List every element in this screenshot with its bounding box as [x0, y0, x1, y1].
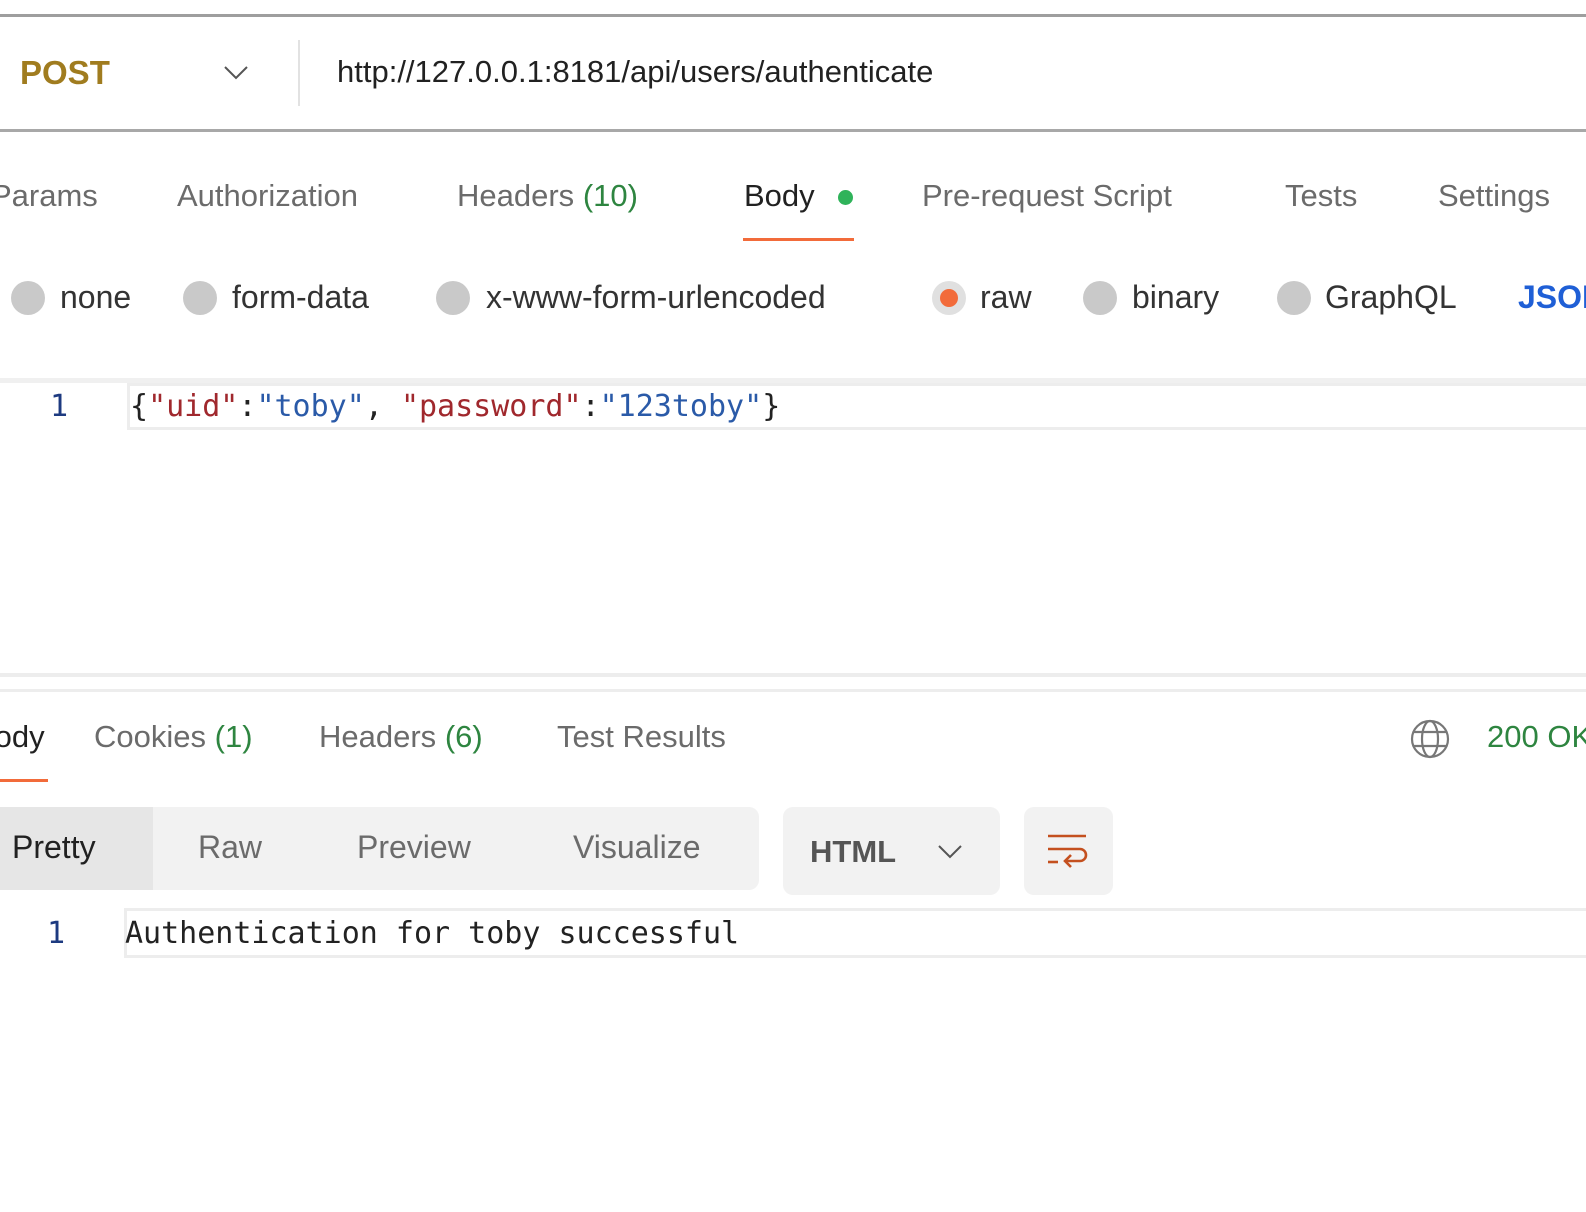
url-input[interactable]: http://127.0.0.1:8181/api/users/authenti… — [337, 54, 933, 90]
active-tab-underline — [743, 238, 854, 241]
radio-graphql[interactable] — [1277, 281, 1311, 315]
radio-label: x-www-form-urlencoded — [486, 279, 826, 315]
response-tab-test-results[interactable]: Test Results — [557, 719, 726, 755]
token: : — [238, 389, 257, 424]
wrap-lines-button[interactable] — [1024, 807, 1113, 895]
language-label: HTML — [810, 834, 897, 869]
radio-label: form-data — [232, 279, 369, 315]
token: : — [581, 389, 600, 424]
tab-authorization[interactable]: Authorization — [177, 178, 358, 214]
token: "password" — [400, 389, 582, 424]
response-body-text[interactable]: Authentication for toby successful — [125, 916, 739, 951]
request-body-editor[interactable]: {"uid":"toby", "password":"123toby"} — [130, 389, 780, 424]
pane-divider[interactable] — [0, 673, 1586, 677]
tab-label: Headers — [457, 178, 575, 213]
headers-count: (10) — [582, 178, 638, 213]
view-visualize-button[interactable]: Visualize — [573, 829, 700, 866]
token: } — [762, 389, 781, 424]
token: , — [364, 389, 401, 424]
response-tab-cookies[interactable]: Cookies (1) — [94, 719, 253, 755]
radio-label: GraphQL — [1325, 279, 1457, 315]
view-preview-button[interactable]: Preview — [357, 829, 471, 866]
method-select[interactable]: POST — [20, 54, 110, 92]
radio-label: binary — [1132, 279, 1220, 315]
radio-none[interactable] — [11, 281, 45, 315]
radio-form-data[interactable] — [183, 281, 217, 315]
chevron-down-icon[interactable] — [222, 64, 250, 82]
url-bar-border — [0, 129, 1586, 132]
status-code[interactable]: 200 OK — [1487, 719, 1586, 755]
token: "123toby" — [599, 389, 763, 424]
body-modified-dot — [838, 190, 853, 205]
format-select[interactable]: JSON — [1518, 279, 1586, 316]
headers-count: (6) — [444, 719, 483, 754]
tab-headers[interactable]: Headers (10) — [457, 178, 638, 214]
tab-settings[interactable]: Settings — [1438, 178, 1550, 214]
radio-binary[interactable] — [1083, 281, 1117, 315]
response-tab-headers[interactable]: Headers (6) — [319, 719, 483, 755]
tab-body[interactable]: Body — [744, 178, 815, 214]
radio-label: raw — [980, 279, 1032, 315]
response-top-border — [0, 689, 1586, 692]
response-tab-body[interactable]: Body — [0, 719, 45, 755]
radio-label: none — [60, 279, 132, 315]
cookies-count: (1) — [214, 719, 253, 754]
tab-pre-request-script[interactable]: Pre-request Script — [922, 178, 1172, 214]
tab-label: Headers — [319, 719, 437, 754]
chevron-down-icon — [938, 845, 962, 859]
tab-label: Cookies — [94, 719, 206, 754]
wrap-lines-icon — [1048, 834, 1088, 868]
line-number: 1 — [47, 916, 66, 951]
radio-x-www-form-urlencoded[interactable] — [436, 281, 470, 315]
globe-icon[interactable] — [1409, 718, 1451, 760]
line-number: 1 — [50, 389, 69, 424]
divider — [298, 40, 300, 106]
active-tab-underline — [0, 779, 48, 782]
tab-params[interactable]: Params — [0, 178, 98, 214]
view-raw-button[interactable]: Raw — [198, 829, 262, 866]
view-pretty-label: Pretty — [12, 829, 96, 865]
language-select[interactable]: HTML — [783, 807, 1000, 895]
token: "toby" — [256, 389, 365, 424]
token: "uid" — [148, 389, 239, 424]
token: { — [130, 389, 149, 424]
tab-tests[interactable]: Tests — [1285, 178, 1357, 214]
top-border — [0, 14, 1586, 17]
radio-raw[interactable] — [932, 281, 966, 315]
